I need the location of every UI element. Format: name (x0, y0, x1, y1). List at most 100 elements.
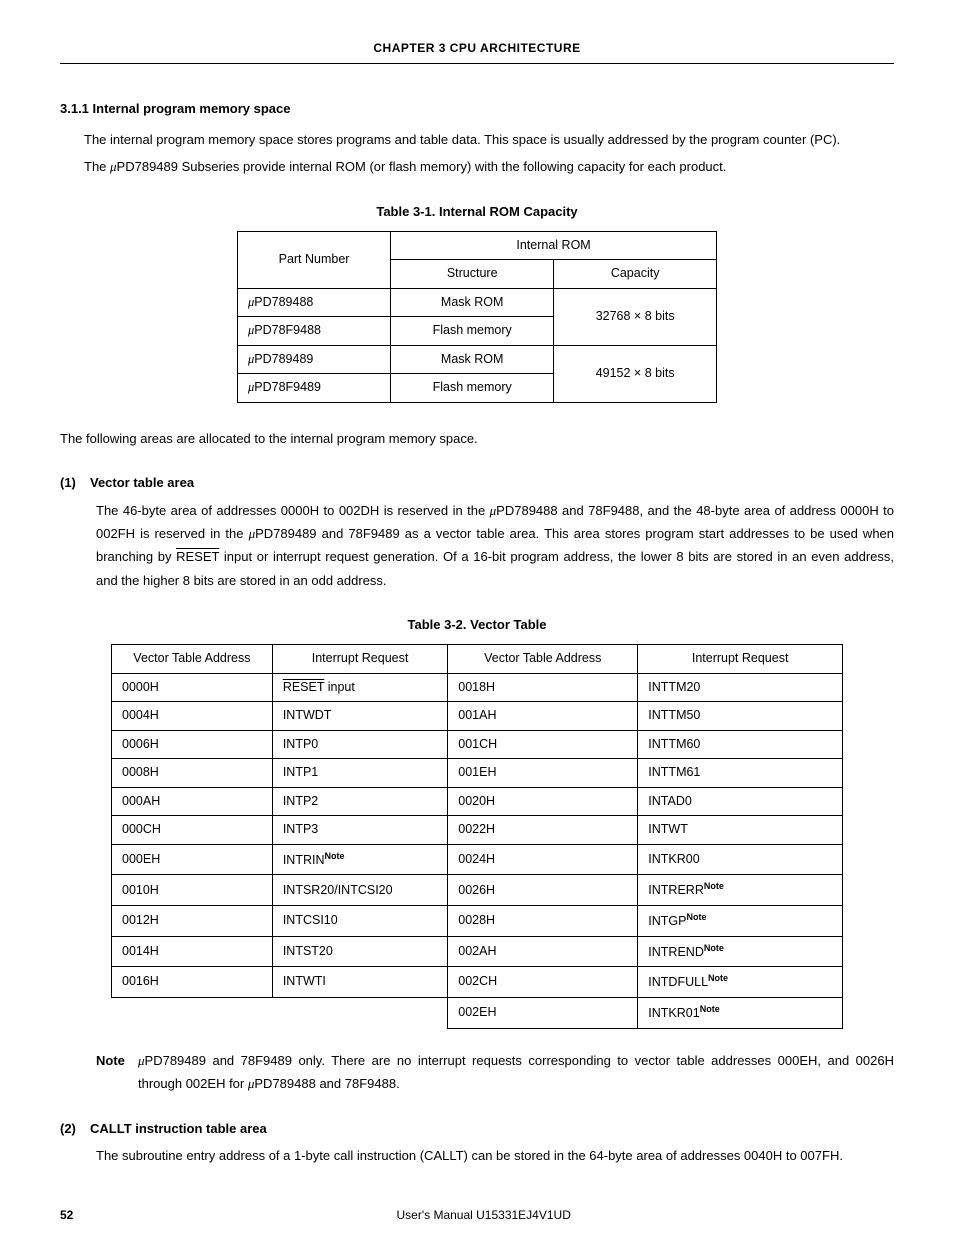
cell: 001CH (448, 730, 638, 759)
table-row: 0000HRESET input0018HINTTM20 (112, 673, 843, 702)
cell: INTP1 (272, 759, 447, 788)
th: Vector Table Address (112, 645, 273, 674)
cell: μPD789489 (238, 345, 391, 374)
table-row: 0004HINTWDT001AHINTTM50 (112, 702, 843, 731)
cell: 0026H (448, 875, 638, 906)
vector-table-area-section: (1)Vector table area The 46-byte area of… (60, 474, 894, 592)
table-row: μPD789489 Mask ROM 49152 × 8 bits (238, 345, 717, 374)
cell: 0006H (112, 730, 273, 759)
callt-section: (2)CALLT instruction table area The subr… (60, 1120, 894, 1168)
cell: 49152 × 8 bits (554, 345, 717, 402)
table-row: Part Number Internal ROM (238, 231, 717, 260)
cell: 0020H (448, 787, 638, 816)
cell: INTRERRNote (638, 875, 843, 906)
cell: 000EH (112, 844, 273, 875)
sub-heading: (2)CALLT instruction table area (60, 1120, 894, 1138)
note-body: μPD789489 and 78F9489 only. There are no… (138, 1049, 894, 1096)
cell: 001EH (448, 759, 638, 788)
reset-overline: RESET (176, 549, 219, 564)
th-part: Part Number (238, 231, 391, 288)
cell: 000CH (112, 816, 273, 845)
txt: PD789489 Subseries provide internal ROM … (117, 159, 727, 174)
cell: INTSR20/INTCSI20 (272, 875, 447, 906)
cell: 0014H (112, 936, 273, 967)
table1-title: Table 3-1. Internal ROM Capacity (60, 203, 894, 221)
cell: 0004H (112, 702, 273, 731)
cell: 001AH (448, 702, 638, 731)
cell: INTKR01Note (638, 998, 843, 1029)
cell: 002AH (448, 936, 638, 967)
sub-body: The 46-byte area of addresses 0000H to 0… (96, 499, 894, 593)
cell: RESET input (272, 673, 447, 702)
cell: μPD78F9489 (238, 374, 391, 403)
cell: Mask ROM (391, 345, 554, 374)
cell: 0012H (112, 906, 273, 937)
cell: INTTM61 (638, 759, 843, 788)
intro-para-1: The internal program memory space stores… (60, 128, 894, 151)
cell: INTWDT (272, 702, 447, 731)
table-row: 0014HINTST20002AHINTRENDNote (112, 936, 843, 967)
note-label: Note (96, 1049, 132, 1072)
cell: INTST20 (272, 936, 447, 967)
cell: Mask ROM (391, 288, 554, 317)
sub-body: The subroutine entry address of a 1-byte… (96, 1144, 894, 1167)
cell: 0028H (448, 906, 638, 937)
cell: 0010H (112, 875, 273, 906)
sub-title: Vector table area (90, 475, 194, 490)
page-footer: 52 User's Manual U15331EJ4V1UD (60, 1207, 894, 1224)
cell: Flash memory (391, 317, 554, 346)
th-cap: Capacity (554, 260, 717, 289)
th: Interrupt Request (272, 645, 447, 674)
table-row: μPD789488 Mask ROM 32768 × 8 bits (238, 288, 717, 317)
cell: 000AH (112, 787, 273, 816)
table-row: 000EHINTRINNote0024HINTKR00 (112, 844, 843, 875)
sub-title: CALLT instruction table area (90, 1121, 267, 1136)
cell: INTGPNote (638, 906, 843, 937)
table-row: 0008HINTP1001EHINTTM61 (112, 759, 843, 788)
cell: INTTM50 (638, 702, 843, 731)
cell: INTP3 (272, 816, 447, 845)
table-row: 0006HINTP0001CHINTTM60 (112, 730, 843, 759)
cell: 002EH (448, 998, 638, 1029)
cell: INTWTI (272, 967, 447, 998)
note-block: Note μPD789489 and 78F9489 only. There a… (96, 1049, 894, 1096)
table-row: 000AHINTP20020HINTAD0 (112, 787, 843, 816)
sub-num: (1) (60, 474, 90, 492)
cell: 0018H (448, 673, 638, 702)
cell: 0022H (448, 816, 638, 845)
cell: INTCSI10 (272, 906, 447, 937)
cell: Flash memory (391, 374, 554, 403)
cell: INTDFULLNote (638, 967, 843, 998)
txt: The (84, 159, 110, 174)
cell: INTRENDNote (638, 936, 843, 967)
table-row: 002EHINTKR01Note (112, 998, 843, 1029)
manual-id: User's Manual U15331EJ4V1UD (60, 1207, 894, 1224)
chapter-header: CHAPTER 3 CPU ARCHITECTURE (60, 40, 894, 64)
cell: INTRINNote (272, 844, 447, 875)
cell: 0024H (448, 844, 638, 875)
th-struct: Structure (391, 260, 554, 289)
cell: INTKR00 (638, 844, 843, 875)
th: Interrupt Request (638, 645, 843, 674)
cell: 0000H (112, 673, 273, 702)
rom-capacity-table: Part Number Internal ROM Structure Capac… (237, 231, 717, 403)
cell: μPD789488 (238, 288, 391, 317)
cell: INTWT (638, 816, 843, 845)
table-row: Vector Table Address Interrupt Request V… (112, 645, 843, 674)
cell: 0008H (112, 759, 273, 788)
cell: INTAD0 (638, 787, 843, 816)
table-row: 0016HINTWTI002CHINTDFULLNote (112, 967, 843, 998)
table-row: 0012HINTCSI100028HINTGPNote (112, 906, 843, 937)
cell: INTTM60 (638, 730, 843, 759)
th: Vector Table Address (448, 645, 638, 674)
sub-num: (2) (60, 1120, 90, 1138)
th-rom: Internal ROM (391, 231, 717, 260)
intro-para-2: The μPD789489 Subseries provide internal… (60, 155, 894, 178)
cell: INTP0 (272, 730, 447, 759)
table2-title: Table 3-2. Vector Table (60, 616, 894, 634)
cell: 0016H (112, 967, 273, 998)
vector-table: Vector Table Address Interrupt Request V… (111, 644, 843, 1028)
cell: INTP2 (272, 787, 447, 816)
cell: μPD78F9488 (238, 317, 391, 346)
sub-heading: (1)Vector table area (60, 474, 894, 492)
